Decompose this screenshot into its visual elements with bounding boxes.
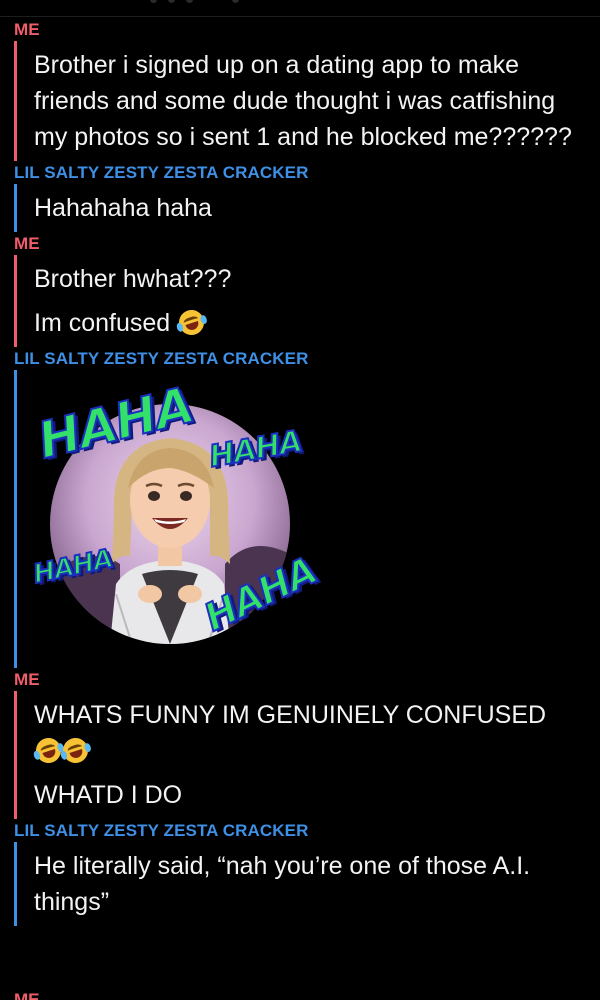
sender-label: LIL SALTY ZESTY ZESTA CRACKER — [14, 163, 309, 182]
message-stack: Brother i signed up on a dating app to m… — [14, 41, 600, 161]
sender-label: LIL SALTY ZESTY ZESTA CRACKER — [14, 349, 309, 368]
chat-message-text: Im confused — [34, 309, 171, 337]
message-stack: Brother hwhat??? Im confused — [14, 255, 600, 347]
top-strip — [0, 0, 600, 17]
dot-icon — [168, 0, 175, 3]
sender-label: ME — [14, 20, 40, 39]
message-group-friend: LIL SALTY ZESTY ZESTA CRACKER HAHA HAHA … — [0, 347, 600, 668]
chat-message[interactable]: Brother hwhat??? — [34, 261, 600, 297]
message-group-me: ME Brother i signed up on a dating app t… — [0, 18, 600, 161]
chat-message-with-emoji[interactable]: WHATS FUNNY IM GENUINELY CONFUSED — [32, 697, 600, 769]
rolling-on-floor-laughing-icon — [32, 734, 65, 767]
chat-thread: ME Brother i signed up on a dating app t… — [0, 18, 600, 926]
message-stack: HAHA HAHA HAHA HAHA — [14, 370, 600, 668]
message-group-me: ME Brother hwhat??? Im confused — [0, 232, 600, 347]
bitmoji-sticker[interactable]: HAHA HAHA HAHA HAHA — [30, 374, 324, 664]
rolling-on-floor-laughing-icon — [175, 306, 209, 339]
chat-message[interactable]: WHATD I DO — [34, 777, 600, 813]
sender-label: ME — [14, 990, 40, 1000]
chat-message-text: WHATS FUNNY IM GENUINELY CONFUSED — [34, 701, 547, 729]
message-group-friend: LIL SALTY ZESTY ZESTA CRACKER He literal… — [0, 819, 600, 926]
message-group-me: ME WHATS FUNNY IM GENUINELY CONFUSED WHA… — [0, 668, 600, 819]
dot-icon — [150, 0, 157, 3]
rolling-on-floor-laughing-icon — [59, 734, 92, 767]
dot-icon — [232, 0, 239, 3]
sender-label: ME — [14, 670, 40, 689]
message-group-friend: LIL SALTY ZESTY ZESTA CRACKER Hahahaha h… — [0, 161, 600, 232]
message-stack: WHATS FUNNY IM GENUINELY CONFUSED WHATD … — [14, 691, 600, 819]
sender-label: ME — [14, 234, 40, 253]
sender-label: LIL SALTY ZESTY ZESTA CRACKER — [14, 821, 309, 840]
chat-message[interactable]: Hahahaha haha — [34, 190, 600, 226]
chat-message[interactable]: Brother i signed up on a dating app to m… — [34, 47, 600, 155]
dot-icon — [186, 0, 193, 3]
chat-message[interactable]: He literally said, “nah you’re one of th… — [34, 848, 600, 920]
message-stack: Hahahaha haha — [14, 184, 600, 232]
message-stack: He literally said, “nah you’re one of th… — [14, 842, 600, 926]
chat-message-with-emoji[interactable]: Im confused — [34, 305, 600, 341]
